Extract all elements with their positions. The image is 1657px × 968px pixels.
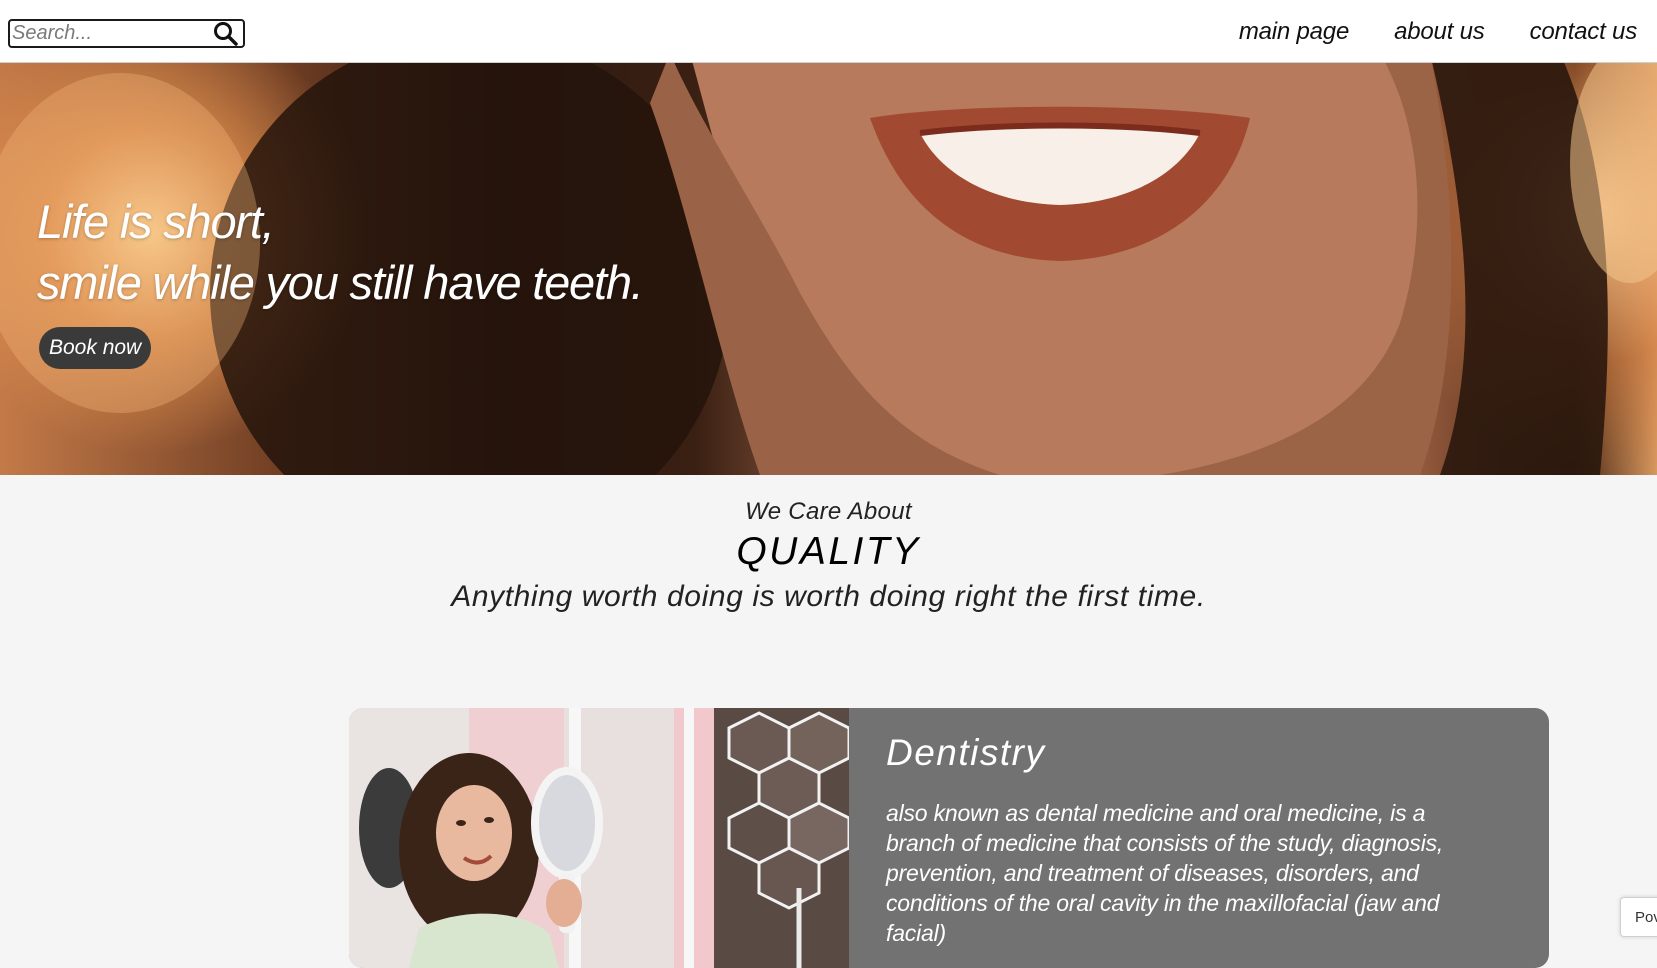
quality-section: We Care About QUALITY Anything worth doi… <box>0 495 1657 619</box>
hero-banner: Life is short, smile while you still hav… <box>0 63 1657 475</box>
top-navigation-bar: main page about us contact us <box>0 0 1657 63</box>
dentistry-photo <box>349 708 849 968</box>
dentistry-card-body: Dentistry also known as dental medicine … <box>886 730 1496 948</box>
quality-title: QUALITY <box>736 530 921 573</box>
search-input[interactable] <box>12 23 207 44</box>
hero-headline-line2: smile while you still have teeth. <box>37 256 644 309</box>
corner-widget[interactable]: Pov <box>1620 897 1657 937</box>
nav-link-contact-us[interactable]: contact us <box>1530 18 1638 46</box>
quality-motto: Anything worth doing is worth doing righ… <box>451 580 1206 613</box>
hero-headline-line1: Life is short, <box>37 195 275 248</box>
search-icon[interactable] <box>213 21 239 46</box>
nav-link-main-page[interactable]: main page <box>1239 18 1349 46</box>
book-now-button[interactable]: Book now <box>39 327 152 369</box>
dentistry-card-text: also known as dental medicine and oral m… <box>886 800 1444 946</box>
main-nav: main page about us contact us <box>1239 18 1637 46</box>
quality-eyebrow: We Care About <box>745 498 912 525</box>
dentistry-card: Dentistry also known as dental medicine … <box>349 708 1549 968</box>
nav-link-about-us[interactable]: about us <box>1394 18 1485 46</box>
dentistry-card-title: Dentistry <box>886 732 1046 773</box>
search-box <box>8 19 245 48</box>
hero-headline: Life is short, smile while you still hav… <box>37 191 644 313</box>
